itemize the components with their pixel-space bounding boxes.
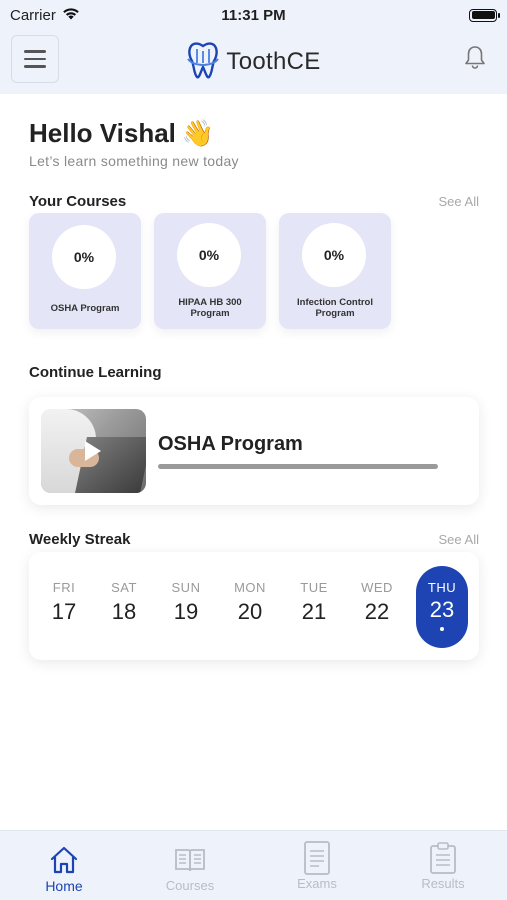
- course-name: Infection Control Program: [297, 297, 373, 319]
- day-sat[interactable]: SAT 18: [98, 552, 150, 660]
- notification-button[interactable]: [453, 37, 497, 81]
- course-progress-bar: [158, 464, 438, 469]
- day-name: MON: [234, 580, 266, 595]
- day-sun[interactable]: SUN 19: [160, 552, 212, 660]
- tab-courses[interactable]: Courses: [140, 831, 240, 900]
- tab-label: Results: [421, 876, 465, 891]
- book-icon: [174, 843, 206, 877]
- tab-home[interactable]: Home: [14, 831, 114, 900]
- bottom-tab-bar: Home Courses Exams Results: [0, 830, 507, 900]
- day-tue[interactable]: TUE 21: [288, 552, 340, 660]
- carrier-label: Carrier: [10, 6, 56, 24]
- day-number: 21: [301, 599, 327, 624]
- day-number: 20: [237, 599, 263, 624]
- day-number: 18: [111, 599, 137, 624]
- greeting-title: Hello Vishal 👋: [29, 118, 239, 149]
- day-name: SAT: [111, 580, 137, 595]
- day-name: SUN: [171, 580, 201, 595]
- status-left: Carrier: [10, 7, 80, 24]
- streak-see-all-link[interactable]: See All: [439, 532, 479, 547]
- course-card-infection-control[interactable]: 0% Infection Control Program: [279, 213, 391, 329]
- day-fri[interactable]: FRI 17: [38, 552, 90, 660]
- play-icon[interactable]: [85, 441, 101, 461]
- continue-learning-card[interactable]: OSHA Program: [29, 397, 479, 505]
- day-number: 19: [173, 599, 199, 624]
- courses-see-all-link[interactable]: See All: [439, 194, 479, 209]
- tab-label: Home: [45, 878, 83, 894]
- tooth-logo-icon: [186, 41, 220, 84]
- menu-button[interactable]: [11, 35, 59, 83]
- home-icon: [49, 843, 79, 877]
- course-card-hipaa[interactable]: 0% HIPAA HB 300 Program: [154, 213, 266, 329]
- tab-label: Exams: [297, 876, 337, 891]
- greeting-subtitle: Let’s learn something new today: [29, 153, 239, 169]
- continue-course-title: OSHA Program: [158, 433, 303, 455]
- wave-emoji: 👋: [181, 118, 215, 148]
- course-name: OSHA Program: [50, 303, 120, 314]
- course-progress-circle: 0%: [52, 225, 116, 289]
- greeting-text: Hello Vishal: [29, 118, 176, 148]
- weekly-streak-title: Weekly Streak: [29, 531, 131, 548]
- day-name: THU: [427, 580, 457, 595]
- day-name: WED: [361, 580, 393, 595]
- courses-section-title: Your Courses: [29, 193, 127, 210]
- app-name: ToothCE: [226, 48, 321, 75]
- day-number: 17: [51, 599, 77, 624]
- hamburger-icon: [24, 50, 46, 53]
- bell-icon: [464, 45, 486, 74]
- course-progress-circle: 0%: [177, 223, 241, 287]
- today-dot-indicator: [440, 627, 444, 631]
- document-icon: [303, 841, 331, 875]
- tab-results[interactable]: Results: [393, 831, 493, 900]
- clipboard-icon: [429, 841, 457, 875]
- day-number: 23: [429, 597, 455, 622]
- day-name: TUE: [300, 580, 328, 595]
- greeting: Hello Vishal 👋 Let’s learn something new…: [29, 118, 239, 169]
- course-progress-circle: 0%: [302, 223, 366, 287]
- weekly-streak-card: FRI 17 SAT 18 SUN 19 MON 20 TUE 21 WED 2…: [29, 552, 479, 660]
- day-wed[interactable]: WED 22: [351, 552, 403, 660]
- day-name: FRI: [52, 580, 76, 595]
- course-card-osha[interactable]: 0% OSHA Program: [29, 213, 141, 329]
- day-number: 22: [364, 599, 390, 624]
- app-header: ToothCE: [0, 30, 507, 94]
- tab-exams[interactable]: Exams: [267, 831, 367, 900]
- tab-label: Courses: [165, 878, 215, 893]
- status-bar: Carrier 11:31 PM: [0, 0, 507, 30]
- course-thumbnail: [41, 409, 146, 493]
- day-thu-selected[interactable]: THU 23: [416, 566, 468, 648]
- course-name: HIPAA HB 300 Program: [178, 297, 242, 319]
- wifi-icon: [62, 7, 80, 24]
- battery-icon: [469, 8, 500, 22]
- brand-logo: ToothCE: [186, 41, 320, 84]
- day-mon[interactable]: MON 20: [224, 552, 276, 660]
- continue-learning-title: Continue Learning: [29, 364, 162, 381]
